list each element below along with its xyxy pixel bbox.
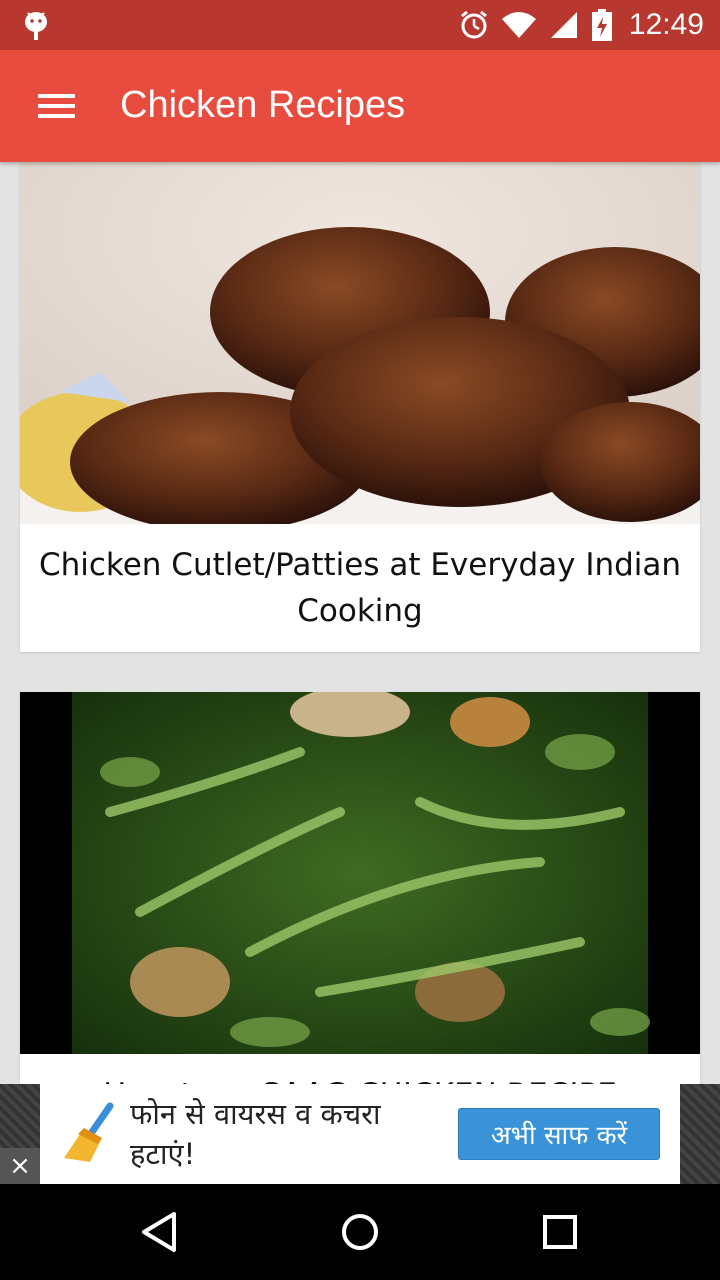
recipe-feed[interactable]: Chicken Cutlet/Patties at Everyday India… [0, 162, 720, 1084]
saag-chicken-photo[interactable] [20, 692, 700, 1054]
recipe-card[interactable]: How to ... SAAG CHICKEN RECIPE [20, 692, 700, 1084]
android-icon [25, 12, 47, 40]
ad-cta-button[interactable]: अभी साफ करें [458, 1108, 660, 1160]
hamburger-menu-icon[interactable] [28, 86, 84, 126]
recipe-card[interactable]: Chicken Cutlet/Patties at Everyday India… [20, 162, 700, 652]
signal-icon [550, 12, 577, 38]
recipe-title[interactable]: How to ... SAAG CHICKEN RECIPE [30, 1072, 690, 1084]
status-bar: 12:49 [0, 0, 720, 50]
ad-banner[interactable]: फोन से वायरस व कचरा हटाएं! अभी साफ करें … [0, 1084, 720, 1184]
app-toolbar: Chicken Recipes [0, 50, 720, 162]
ad-content[interactable]: फोन से वायरस व कचरा हटाएं! अभी साफ करें [40, 1084, 680, 1184]
alarm-icon [460, 10, 487, 39]
close-icon[interactable]: × [0, 1148, 40, 1184]
home-icon[interactable] [330, 1206, 390, 1258]
status-time: 12:49 [628, 8, 704, 41]
broom-cleaner-icon [64, 1102, 114, 1162]
chicken-cutlets-photo[interactable] [20, 162, 700, 524]
recipe-title[interactable]: Chicken Cutlet/Patties at Everyday India… [30, 542, 690, 634]
wifi-icon [501, 12, 536, 38]
recents-icon[interactable] [530, 1206, 590, 1258]
back-icon[interactable] [130, 1206, 190, 1258]
ad-text[interactable]: फोन से वायरस व कचरा हटाएं! [130, 1094, 400, 1174]
page-title: Chicken Recipes [120, 84, 406, 126]
system-nav-bar [0, 1184, 720, 1280]
battery-icon [591, 9, 612, 41]
